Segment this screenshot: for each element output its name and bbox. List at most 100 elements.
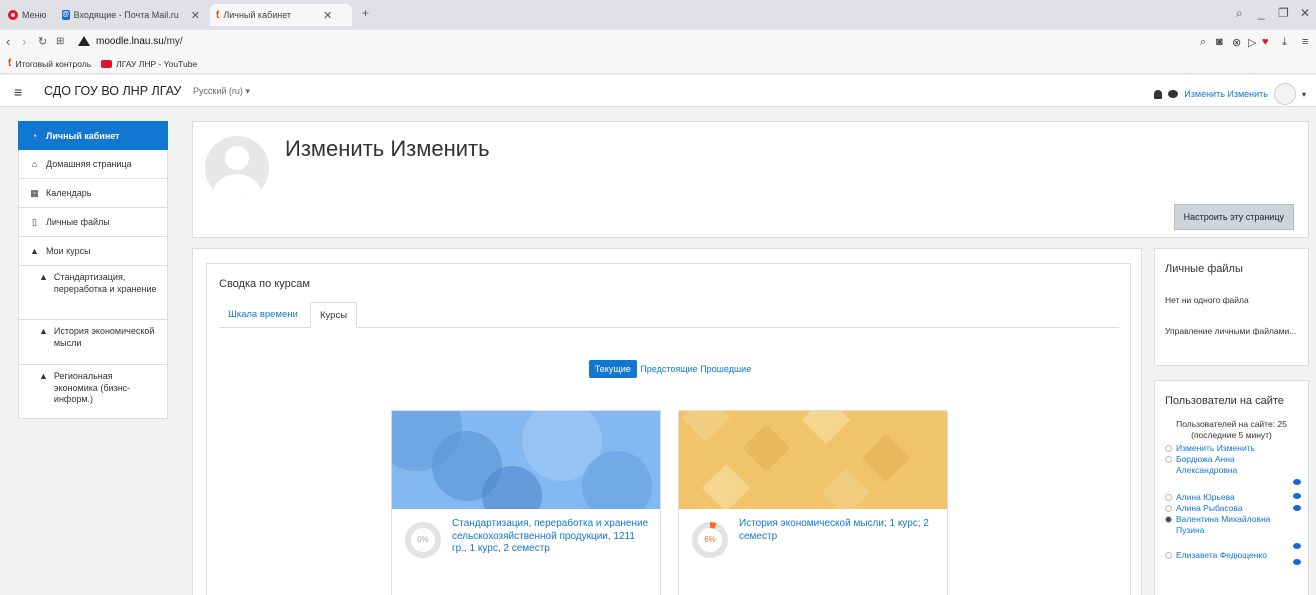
course-image: [392, 411, 660, 509]
back-icon[interactable]: ‹: [6, 34, 10, 49]
calendar-icon: ▦: [30, 187, 39, 198]
opera-logo-icon: [8, 10, 18, 20]
graduation-cap-icon: ▲: [30, 246, 39, 256]
tab-mail[interactable]: @ Входящие - Почта Mail.ru ✕: [56, 4, 206, 26]
vpn-icon[interactable]: ⊗: [1232, 36, 1241, 49]
message-icon[interactable]: [1293, 543, 1301, 549]
filter-current[interactable]: Текущие: [588, 360, 637, 378]
page-header: Изменить Изменить Настроить эту страницу: [192, 121, 1309, 238]
nav-drawer: ◔ Личный кабинет ⌂ Домашняя страница ▦ К…: [18, 121, 168, 419]
drawer-item-my-courses[interactable]: ▲ Мои курсы: [18, 237, 168, 266]
dashboard-icon: ◔: [31, 130, 38, 141]
file-icon: ▯: [32, 216, 37, 227]
browser-tab-bar: Меню @ Входящие - Почта Mail.ru ✕ ƭ Личн…: [0, 0, 1316, 30]
browser-menu-button[interactable]: Меню: [2, 4, 54, 26]
list-item[interactable]: Изменить Изменить: [1165, 443, 1298, 454]
course-name-link[interactable]: История экономической мысли; 1 курс; 2 с…: [739, 518, 939, 543]
list-item[interactable]: Алина Юрьева: [1165, 492, 1298, 503]
list-item[interactable]: Елизавета Федющенко: [1165, 550, 1298, 561]
flow-icon[interactable]: ▷: [1248, 36, 1256, 49]
graduation-cap-icon: ▲: [39, 272, 48, 282]
language-menu[interactable]: Русский (ru) ▾: [193, 86, 250, 97]
home-icon: ⌂: [31, 159, 38, 169]
minimize-icon[interactable]: _: [1258, 6, 1265, 20]
messages-icon[interactable]: [1168, 90, 1179, 98]
chevron-down-icon[interactable]: ▾: [1302, 90, 1306, 99]
tab-courses[interactable]: Курсы: [310, 302, 358, 328]
list-item[interactable]: Бордюжа Анна Александровна: [1165, 454, 1298, 476]
hamburger-menu-icon[interactable]: ≡: [14, 84, 22, 100]
url-field[interactable]: moodle.lnau.su/my/: [96, 36, 183, 47]
bell-icon[interactable]: [1154, 89, 1163, 99]
tab-timeline[interactable]: Шкала времени: [219, 302, 307, 328]
block-title: Пользователи на сайте: [1165, 395, 1284, 407]
restore-icon[interactable]: ❐: [1278, 6, 1289, 20]
online-users-list: Изменить Изменить Бордюжа Анна Александр…: [1155, 443, 1308, 565]
course-name-link[interactable]: Стандартизация, переработка и хранение с…: [452, 518, 652, 556]
warning-icon: [78, 36, 90, 46]
course-card[interactable]: 0% Стандартизация, переработка и хранени…: [391, 410, 661, 595]
tab-dashboard[interactable]: ƭ Личный кабинет ✕: [210, 4, 352, 26]
drawer-item-course[interactable]: ▲ Региональная экономика (бизнс-информ.): [18, 365, 168, 419]
customise-page-button[interactable]: Настроить эту страницу: [1173, 204, 1294, 230]
reload-icon[interactable]: ↻: [38, 35, 47, 48]
close-icon[interactable]: ✕: [191, 9, 200, 22]
drawer-item-calendar[interactable]: ▦ Календарь: [18, 179, 168, 208]
heart-icon[interactable]: ♥: [1262, 36, 1269, 48]
lgau-favicon-icon: ƭ: [216, 9, 220, 21]
course-card[interactable]: 6% История экономической мысли; 1 курс; …: [678, 410, 948, 595]
message-icon[interactable]: [1293, 479, 1301, 485]
download-icon[interactable]: ⤓: [1282, 36, 1287, 49]
drawer-item-dashboard[interactable]: ◔ Личный кабинет: [18, 121, 168, 150]
user-icon: [1165, 456, 1172, 463]
new-tab-icon[interactable]: +: [362, 6, 369, 20]
message-icon[interactable]: [1293, 559, 1301, 565]
search-icon[interactable]: ⌕: [1236, 6, 1243, 21]
user-icon: [1165, 445, 1172, 452]
course-image: [679, 411, 947, 509]
graduation-cap-icon: ▲: [39, 371, 48, 381]
bookmark-youtube[interactable]: ЛГАУ ЛНР - YouTube: [101, 59, 197, 69]
close-icon[interactable]: ✕: [323, 9, 332, 22]
block-title: Личные файлы: [1165, 263, 1243, 275]
drawer-item-private-files[interactable]: ▯ Личные файлы: [18, 208, 168, 237]
page-title: Изменить Изменить: [285, 136, 490, 161]
window-close-icon[interactable]: ✕: [1300, 6, 1310, 20]
user-icon: [1165, 505, 1172, 512]
progress-label: 6%: [704, 535, 716, 544]
drawer-item-home[interactable]: ⌂ Домашняя страница: [18, 150, 168, 179]
menu-icon[interactable]: ≡: [1302, 36, 1308, 48]
speed-dial-icon[interactable]: ⊞: [56, 36, 64, 47]
user-menu-name[interactable]: Изменить Изменить: [1184, 89, 1268, 99]
progress-label: 0%: [417, 535, 429, 544]
avatar[interactable]: [1273, 83, 1296, 105]
online-summary: Пользователей на сайте: 25 (последние 5 …: [1176, 419, 1287, 440]
lgau-favicon-icon: ƭ: [8, 58, 12, 69]
forward-icon[interactable]: ›: [22, 34, 26, 49]
drawer-item-course[interactable]: ▲ Стандартизация, переработка и хранение: [18, 266, 168, 320]
bookmark-final-control[interactable]: ƭ Итоговый контроль: [8, 58, 91, 69]
filter-past[interactable]: Прошедшие: [700, 364, 751, 374]
list-item[interactable]: Алина Рыбасова: [1165, 503, 1298, 514]
online-users-block: Пользователи на сайте Пользователей на с…: [1154, 380, 1309, 595]
graduation-cap-icon: ▲: [39, 326, 48, 336]
main-content: Сводка по курсам Шкала времени Курсы Тек…: [192, 248, 1142, 595]
block-title: Сводка по курсам: [219, 278, 310, 290]
zoom-icon[interactable]: ⌕: [1200, 36, 1206, 49]
youtube-icon: [101, 59, 113, 68]
list-item[interactable]: Валентина Михайловна Пузина: [1165, 514, 1298, 536]
user-nav: Изменить Изменить ▾: [1154, 83, 1306, 105]
manage-files-link[interactable]: Управление личными файлами...: [1155, 326, 1308, 337]
message-icon[interactable]: [1293, 493, 1301, 499]
empty-files-text: Нет ни одного файла: [1165, 295, 1249, 305]
user-icon: [1165, 516, 1172, 523]
avatar: [205, 136, 269, 200]
site-name[interactable]: СДО ГОУ ВО ЛНР ЛГАУ: [44, 84, 181, 98]
user-icon: [1165, 494, 1172, 501]
filter-future[interactable]: Предстоящие: [640, 364, 697, 374]
message-icon[interactable]: [1293, 505, 1301, 511]
drawer-item-course[interactable]: ▲ История экономической мысли: [18, 320, 168, 365]
user-icon: [1165, 552, 1172, 559]
camera-icon[interactable]: ◙: [1216, 36, 1223, 48]
course-overview-block: Сводка по курсам Шкала времени Курсы Тек…: [206, 263, 1131, 595]
